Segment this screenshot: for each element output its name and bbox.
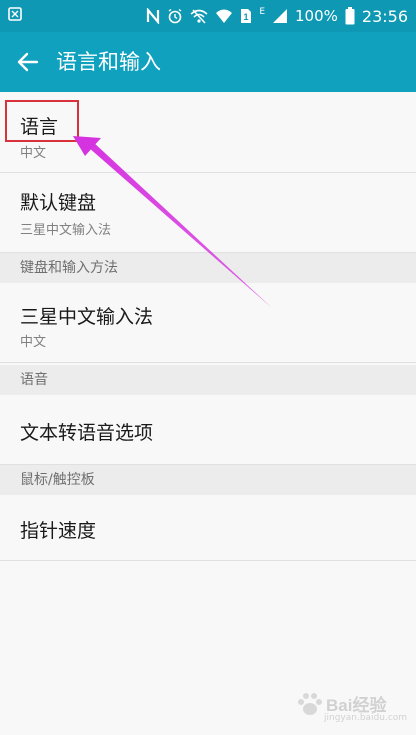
page-title: 语言和输入 (56, 50, 161, 74)
list-item-default-keyboard[interactable]: 默认键盘 三星中文输入法 (0, 173, 416, 253)
network-type: E (259, 7, 265, 17)
highlight-box (5, 100, 79, 142)
signal-strength-icon (272, 8, 288, 24)
alarm-icon (167, 8, 183, 24)
list-item-pointer-speed[interactable]: 指针速度 (0, 495, 416, 561)
status-icons: 1 E 100% 23:56 (146, 0, 408, 32)
arrow-left-icon[interactable] (14, 48, 42, 76)
status-bar: 1 E 100% 23:56 (0, 0, 416, 32)
list-item-samsung-ime[interactable]: 三星中文输入法 中文 (0, 283, 416, 363)
section-header-keyboard: 键盘和输入方法 (0, 253, 416, 283)
watermark: Bai经验 jingyan.baidu.com (296, 689, 408, 729)
settings-list: 语言 中文 默认键盘 三星中文输入法 键盘和输入方法 三星中文输入法 中文 语音… (0, 92, 416, 735)
nfc-icon (146, 8, 160, 24)
list-item-subtitle: 中文 (20, 335, 47, 350)
wifi-icon (215, 8, 233, 24)
sim-manager-icon (8, 7, 22, 21)
sim-slot-icon: 1 (240, 8, 252, 24)
list-item-subtitle: 中文 (20, 146, 47, 161)
wifi-off-icon (190, 8, 208, 24)
battery-icon (345, 7, 355, 25)
section-header-mouse: 鼠标/触控板 (0, 465, 416, 495)
app-bar: 语言和输入 (0, 32, 416, 92)
battery-percent: 100% (295, 7, 338, 25)
list-item-title: 三星中文输入法 (20, 306, 154, 328)
watermark-subtext: jingyan.baidu.com (324, 713, 408, 723)
list-item-tts-options[interactable]: 文本转语音选项 (0, 395, 416, 465)
paw-logo-icon (298, 693, 322, 715)
sim-number: 1 (244, 12, 249, 22)
list-item-subtitle: 三星中文输入法 (20, 223, 112, 238)
clock: 23:56 (361, 6, 408, 26)
list-item-title: 文本转语音选项 (20, 422, 154, 444)
list-item-title: 默认键盘 (20, 192, 97, 214)
section-header-speech: 语音 (0, 365, 416, 395)
list-item-title: 指针速度 (20, 520, 97, 542)
